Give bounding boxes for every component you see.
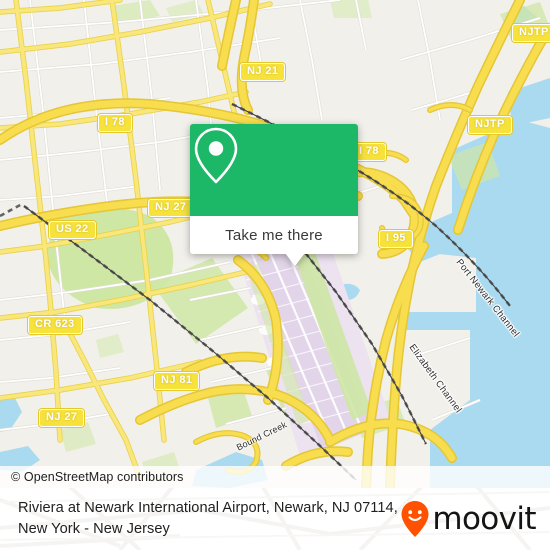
moovit-pin-icon	[401, 501, 429, 537]
road-shield[interactable]: NJTP	[468, 116, 512, 134]
road-shield[interactable]: NJ 27	[39, 409, 85, 427]
take-me-there-button[interactable]: Take me there	[190, 216, 358, 254]
map-pin-icon	[194, 127, 238, 184]
map-screenshot: NJ 21 NJTP NJTP I 78 NJ 27 US 22 I 78 I …	[0, 0, 550, 550]
popup-tail	[285, 253, 305, 266]
road-shield[interactable]: NJTP	[512, 24, 550, 42]
footer-bar: Riviera at Newark International Airport,…	[0, 488, 550, 550]
road-shield[interactable]: US 22	[49, 221, 96, 239]
road-shield[interactable]: NJ 81	[154, 372, 200, 390]
location-popup-card[interactable]: Take me there	[190, 124, 358, 266]
road-shield[interactable]: NJ 21	[240, 63, 286, 81]
attribution-text[interactable]: © OpenStreetMap contributors	[11, 470, 184, 484]
moovit-logo[interactable]: moovit	[400, 500, 537, 538]
map-canvas[interactable]: NJ 21 NJTP NJTP I 78 NJ 27 US 22 I 78 I …	[0, 0, 550, 488]
take-me-there-label: Take me there	[225, 226, 323, 244]
map-attribution-bar: © OpenStreetMap contributors	[0, 466, 550, 488]
road-shield[interactable]: I 95	[379, 230, 413, 248]
location-title: Riviera at Newark International Airport,…	[18, 500, 398, 537]
moovit-wordmark: moovit	[432, 500, 536, 537]
popup-icon-area	[190, 124, 358, 216]
road-shield[interactable]: I 78	[98, 114, 132, 132]
road-shield[interactable]: CR 623	[28, 316, 82, 334]
road-shield[interactable]: NJ 27	[148, 199, 194, 217]
